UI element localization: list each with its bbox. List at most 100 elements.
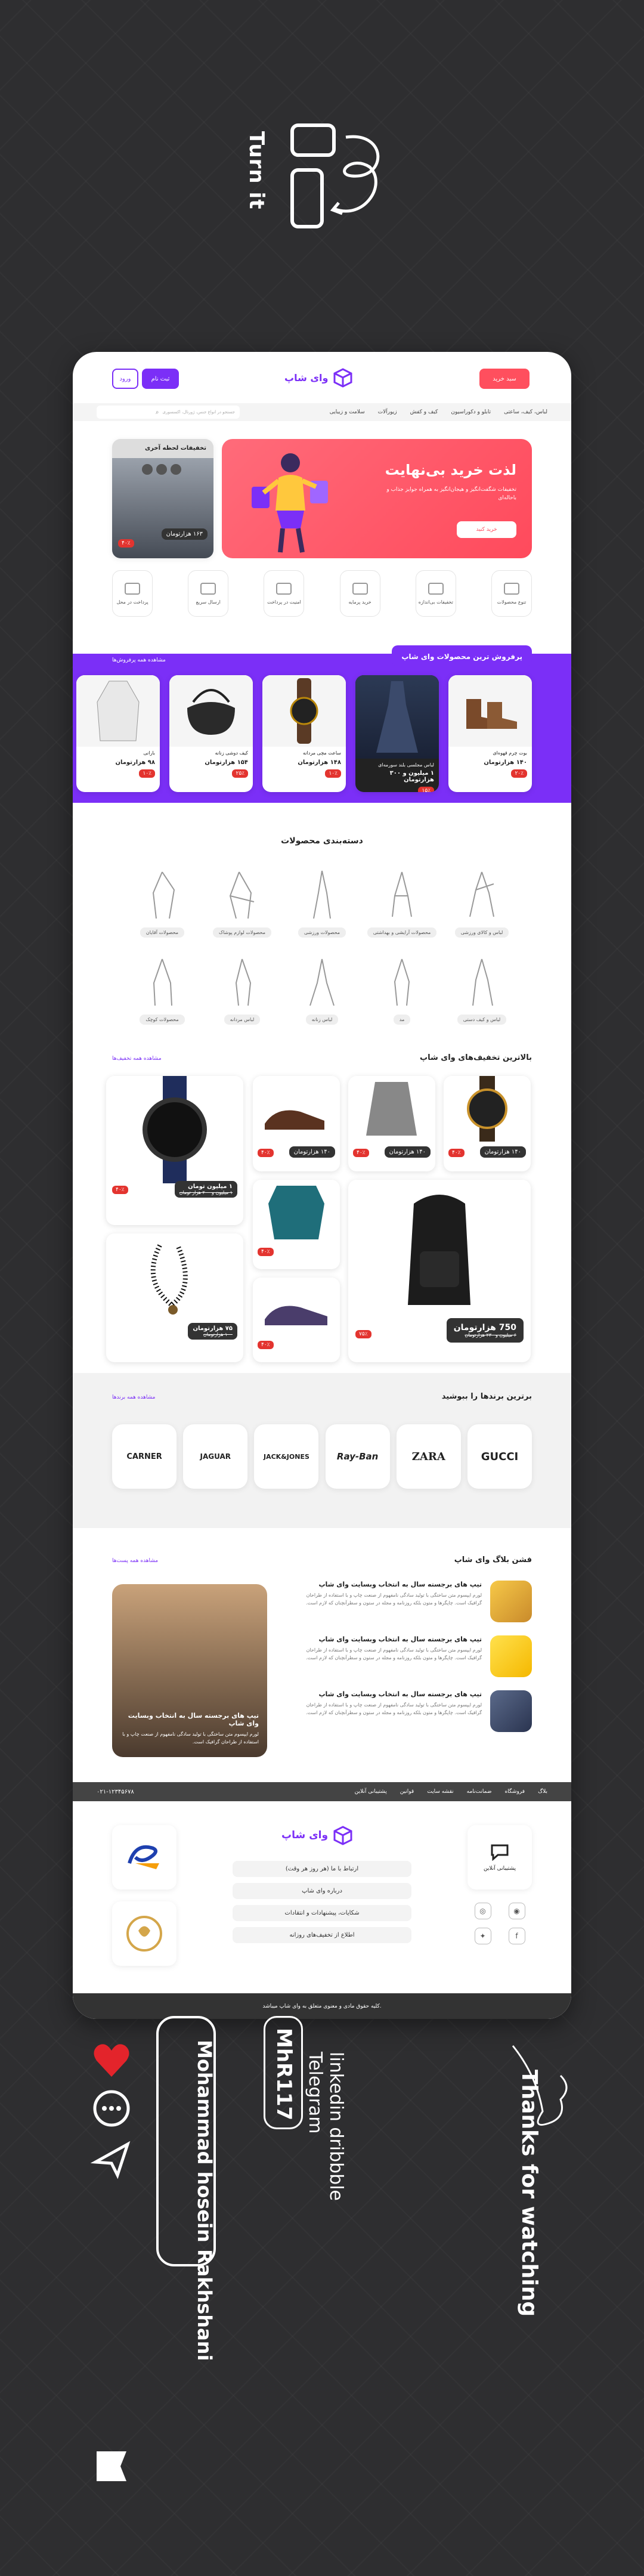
- category-item[interactable]: لباس و کالای ورزشی: [446, 866, 518, 938]
- comment-icon[interactable]: [91, 2088, 132, 2129]
- footer-link-about[interactable]: درباره وای شاپ: [233, 1883, 411, 1899]
- discount-product-card[interactable]: ۱۴۰ هزارتومان ۴۰٪: [253, 1076, 340, 1171]
- discount-product-card[interactable]: ۴۰٪: [253, 1180, 340, 1269]
- logo[interactable]: وای شاپ: [284, 367, 353, 388]
- cart-label: سبد خرید: [493, 375, 516, 382]
- feature-secure-pay: امنیت در پرداخت: [264, 570, 305, 617]
- facebook-icon[interactable]: f: [508, 1928, 525, 1944]
- brand-zara[interactable]: ZARA: [396, 1424, 461, 1489]
- brand-carner[interactable]: CARNER: [112, 1424, 177, 1489]
- category-sketch: [309, 958, 335, 1006]
- blog-post[interactable]: تیپ های برجسته سال به انتخاب وبسایت وای …: [305, 1690, 532, 1732]
- product-card[interactable]: کیف دوشی زنانه ۱۵۴ هزارتومان ۲۵٪: [169, 675, 253, 792]
- lock-icon: [276, 582, 292, 595]
- backpack-old-price: ۶ میلیون و ۲۳۰ هزارتومان: [465, 1332, 516, 1338]
- share-icon[interactable]: [90, 2138, 132, 2180]
- search-box[interactable]: جستجو در انواع جنس، ژورنال، اکسسوری ⌕: [97, 406, 240, 419]
- hand-icon: [352, 582, 368, 595]
- bestsellers-see-all[interactable]: مشاهده همه پرفروش‌ها: [112, 652, 166, 664]
- category-item[interactable]: محصولات ورزشی: [286, 866, 358, 938]
- discount-backpack-card[interactable]: 750 هزارتومان ۶ میلیون و ۲۳۰ هزارتومان ۷۵…: [348, 1180, 531, 1362]
- blog-post[interactable]: تیپ های برجسته سال به انتخاب وبسایت وای …: [305, 1581, 532, 1622]
- product-card[interactable]: لباس مجلسی بلند سورمه‌ای ۱ میلیون و ۳۰۰ ه…: [355, 675, 439, 792]
- brand-rayban[interactable]: Ray-Ban: [325, 1424, 390, 1489]
- watch-image: [467, 1076, 507, 1142]
- footer-link-complaints[interactable]: شکایات، پیشنهادات و انتقادات: [233, 1905, 411, 1921]
- support-card[interactable]: پشتیبانی آنلاین: [467, 1825, 532, 1890]
- watch-off-badge: ۴۰٪: [112, 1186, 128, 1194]
- category-item[interactable]: لباس و کیف دستی: [446, 953, 518, 1025]
- discount-product-card[interactable]: ۱۴۰ هزارتومان ۴۰٪: [348, 1076, 435, 1171]
- signup-label: ثبت نام: [151, 375, 170, 382]
- category-item[interactable]: محصولات آقایان: [126, 866, 198, 938]
- footer-nav-item[interactable]: قوانین: [400, 1789, 414, 1795]
- nav-item[interactable]: زیورآلات: [378, 409, 397, 415]
- promo-card[interactable]: تخفیفات لحظه آخری ۱۶۳ هزارتومان ۴۰٪: [112, 439, 213, 558]
- signup-button[interactable]: ثبت نام: [142, 369, 179, 389]
- footer-phone[interactable]: ۰۲۱-۱۲۳۴۵۶۷۸: [97, 1789, 134, 1795]
- category-item[interactable]: لباس مردانه: [206, 953, 278, 1025]
- category-item[interactable]: محصولات آرایشی و بهداشتی: [366, 866, 438, 938]
- category-item[interactable]: محصولات لوازم پوشاک: [206, 866, 278, 938]
- discount-product-card[interactable]: ۴۰٪: [253, 1278, 340, 1362]
- brand-jaguar[interactable]: JAGUAR: [183, 1424, 248, 1489]
- blog-see-all[interactable]: مشاهده همه پست‌ها: [112, 1558, 158, 1564]
- nav-item[interactable]: تابلو و دکوراسیون: [451, 409, 491, 415]
- social-links[interactable]: linkedin dribbble Telegram: [305, 2052, 347, 2207]
- login-button[interactable]: ورود: [112, 369, 138, 389]
- hero-subtitle: تخفیفات شگفت‌انگیز و هیجان‌انگیز به همرا…: [386, 487, 516, 502]
- category-item[interactable]: مد: [366, 953, 438, 1025]
- category-sketch: [394, 958, 410, 1006]
- coat-image: [97, 681, 140, 741]
- bookmark-icon[interactable]: [91, 2445, 132, 2487]
- categories-grid: لباس و کالای ورزشی محصولات آرایشی و بهدا…: [126, 866, 518, 1025]
- footer-nav-item[interactable]: فروشگاه: [504, 1789, 525, 1795]
- brand-jackjones[interactable]: JACK&JONES: [254, 1424, 319, 1489]
- cart-button[interactable]: سبد خرید: [479, 369, 530, 389]
- footer-link-newsletter[interactable]: اطلاع از تخفیف‌های روزانه: [233, 1927, 411, 1943]
- twitter-icon[interactable]: ✦: [474, 1928, 491, 1944]
- vest-image: [366, 1082, 417, 1136]
- product-card[interactable]: بارانی ۹۸ هزارتومان ۱۰٪: [76, 675, 160, 792]
- nav-item[interactable]: کیف و کفش: [410, 409, 438, 415]
- hero-button[interactable]: خرید کنید: [457, 521, 516, 538]
- category-item[interactable]: محصولات کوچک: [126, 953, 198, 1025]
- feature-discounts: تخفیفات بی‌اندازه: [415, 570, 456, 617]
- blog-feature-card[interactable]: تیپ های برجسته سال به انتخاب وبسایت وای …: [112, 1584, 267, 1757]
- brands-see-all[interactable]: مشاهده همه برندها: [112, 1394, 155, 1400]
- discount-beads-card[interactable]: ۷۵ هزارتومان ۱۰۰ هزارتومان: [106, 1233, 243, 1362]
- wallet-icon: [125, 582, 141, 595]
- blog-post[interactable]: تیپ های برجسته سال به انتخاب وبسایت وای …: [305, 1635, 532, 1677]
- footer-link-contact[interactable]: ارتباط با ما (هر روز هر وقت): [233, 1861, 411, 1877]
- discounts-see-all[interactable]: مشاهده همه تخفیف‌ها: [112, 1056, 162, 1062]
- product-price: ۱۴۰ هزارتومان: [384, 1146, 431, 1158]
- footer-nav-item[interactable]: بلاگ: [538, 1789, 547, 1795]
- nav-bar: لباس، کیف، ساعتی تابلو و دکوراسیون کیف و…: [73, 403, 571, 421]
- product-card[interactable]: ساعت مچی مردانه ۱۴۸ هزارتومان ۱۰٪: [262, 675, 346, 792]
- category-item[interactable]: لباس زنانه: [286, 953, 358, 1025]
- footer-nav-item[interactable]: پشتیبانی آنلاین: [355, 1789, 387, 1795]
- bestsellers-section: پرفروش ترین محصولات وای شاپ مشاهده همه پ…: [73, 645, 571, 803]
- discount-watch-card[interactable]: ۱ میلیون تومان ۱ میلیون و ۲۰۰ هزار تومان …: [106, 1076, 243, 1225]
- nav-item[interactable]: سلامت و زیبایی: [330, 409, 365, 415]
- blog-thumb: [490, 1635, 532, 1677]
- footer-nav: بلاگ فروشگاه ضمانت‌نامه نقشه سایت قوانین…: [73, 1782, 571, 1801]
- trust-badge-enamad[interactable]: [112, 1825, 177, 1890]
- nav-item[interactable]: لباس، کیف، ساعتی: [504, 409, 547, 415]
- discount-product-card[interactable]: ۱۴۰ هزارتومان ۴۰٪: [444, 1076, 531, 1171]
- footer-nav-item[interactable]: نقشه سایت: [427, 1789, 453, 1795]
- product-card[interactable]: بوت چرم قهوه‌ای ۱۴۰ هزارتومان ۲۰٪: [448, 675, 532, 792]
- footer-nav-item[interactable]: ضمانت‌نامه: [467, 1789, 492, 1795]
- footer: وای شاپ ارتباط با ما (هر روز هر وقت) درب…: [73, 1801, 571, 2019]
- brands-section: برترین برندها را ببوشید مشاهده همه برنده…: [73, 1373, 571, 1528]
- brand-gucci[interactable]: GUCCI: [467, 1424, 532, 1489]
- instagram-alt-icon[interactable]: ◉: [508, 1903, 525, 1919]
- truck-icon: [200, 582, 216, 595]
- hero-banner[interactable]: لذت خرید بی‌نهایت تخفیفات شگفت‌انگیز و ه…: [222, 439, 532, 558]
- trust-badge-samandehi[interactable]: [112, 1901, 177, 1966]
- website-mockup: سبد خرید وای شاپ ثبت نام ورود لباس، کیف،…: [73, 352, 571, 2019]
- instagram-icon[interactable]: ◎: [474, 1903, 491, 1919]
- heart-icon[interactable]: [91, 2040, 132, 2082]
- watch-image: [290, 678, 318, 744]
- cart-icon: [504, 582, 519, 595]
